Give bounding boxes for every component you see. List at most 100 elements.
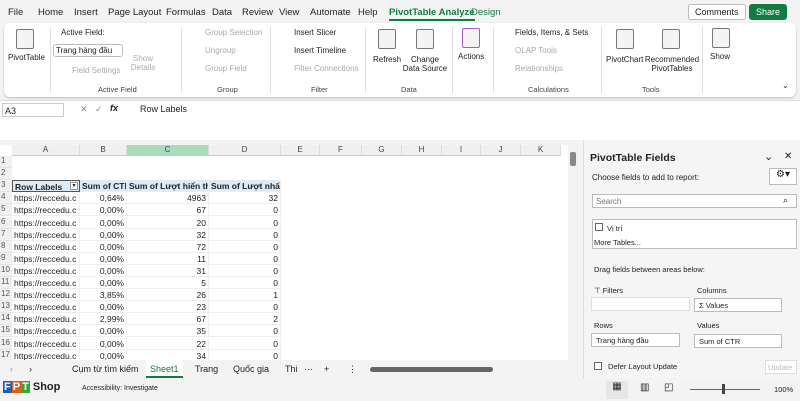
columns-field[interactable]: Σ Values <box>694 298 782 312</box>
row-header[interactable]: 15 <box>0 325 12 338</box>
filter-connections-button[interactable]: Filter Connections <box>294 64 358 73</box>
filters-area[interactable] <box>591 297 690 311</box>
options-icon[interactable]: ⋮ <box>348 364 357 375</box>
table-cell[interactable]: https://reccedu.c <box>12 349 80 360</box>
pivottable-button[interactable]: PivotTable <box>8 53 45 62</box>
change-data-source-button[interactable]: Change Data Source <box>402 55 448 73</box>
horizontal-scrollbar[interactable] <box>370 367 493 372</box>
refresh-button[interactable]: Refresh <box>373 55 401 64</box>
table-cell[interactable]: 0 <box>209 277 281 289</box>
table-cell[interactable]: 0 <box>209 349 281 360</box>
table-cell[interactable]: 67 <box>127 313 209 326</box>
more-tables-link[interactable]: More Tables... <box>594 238 641 247</box>
sheet-tab-active[interactable]: Sheet1 <box>146 360 183 378</box>
collapse-ribbon-icon[interactable]: ⌄ <box>782 81 789 90</box>
table-cell[interactable]: 0,00% <box>80 349 127 360</box>
page-layout-view-icon[interactable]: ▥ <box>640 382 649 393</box>
table-cell[interactable]: 22 <box>127 337 209 350</box>
table-cell[interactable]: 32 <box>209 192 281 205</box>
row-header[interactable]: 4 <box>0 192 12 205</box>
row-header[interactable]: 12 <box>0 289 12 302</box>
table-cell[interactable]: https://reccedu.c <box>12 240 80 253</box>
relationships-button[interactable]: Relationships <box>515 64 563 73</box>
tab-home[interactable]: Home <box>38 7 63 18</box>
table-cell[interactable]: 0,00% <box>80 204 127 217</box>
tab-page-layout[interactable]: Page Layout <box>108 7 161 18</box>
table-cell[interactable]: https://reccedu.c <box>12 301 80 314</box>
tab-help[interactable]: Help <box>358 7 378 18</box>
table-cell[interactable]: 0,00% <box>80 277 127 289</box>
row-header[interactable]: 16 <box>0 337 12 350</box>
show-button[interactable]: Show <box>710 52 730 61</box>
normal-view-icon[interactable]: ▦ <box>606 381 628 399</box>
zoom-slider-thumb[interactable] <box>722 384 725 394</box>
table-cell[interactable]: 20 <box>127 216 209 229</box>
insert-timeline-button[interactable]: Insert Timeline <box>294 46 346 55</box>
table-cell[interactable]: 31 <box>127 264 209 277</box>
table-cell[interactable]: 0 <box>209 337 281 350</box>
table-cell[interactable]: https://reccedu.c <box>12 216 80 229</box>
zoom-level[interactable]: 100% <box>774 385 793 394</box>
sheet-tab[interactable]: Trang <box>195 364 218 374</box>
row-header[interactable]: 6 <box>0 216 12 229</box>
add-sheet-icon[interactable]: + <box>324 364 329 374</box>
next-sheet-icon[interactable]: › <box>29 364 32 374</box>
table-cell[interactable]: 0 <box>209 240 281 253</box>
table-cell[interactable]: 0,00% <box>80 301 127 314</box>
comments-button[interactable]: Comments <box>688 4 746 20</box>
spreadsheet-grid[interactable]: A B C D E F G H I J K 1 2 3 4 5 6 7 8 9 10 11 12 13 14 15 16 17 Row … <box>0 145 568 360</box>
table-cell[interactable]: 34 <box>127 349 209 360</box>
table-cell[interactable]: 0,00% <box>80 337 127 350</box>
page-break-view-icon[interactable]: ◰ <box>664 382 673 393</box>
column-header[interactable]: I <box>442 145 481 156</box>
column-header[interactable]: F <box>320 145 362 156</box>
zoom-slider[interactable] <box>690 389 760 390</box>
table-cell[interactable]: 0,64% <box>80 192 127 205</box>
table-cell[interactable]: 0 <box>209 216 281 229</box>
table-cell[interactable]: 0,00% <box>80 216 127 229</box>
close-icon[interactable]: ✕ <box>784 151 792 162</box>
sheet-tab[interactable]: Quốc gia <box>233 364 269 374</box>
table-cell[interactable]: 0,00% <box>80 240 127 253</box>
more-sheets-icon[interactable]: ⋯ <box>304 364 313 375</box>
table-cell[interactable]: 32 <box>127 228 209 241</box>
table-cell[interactable]: 4963 <box>127 192 209 205</box>
table-cell[interactable]: 72 <box>127 240 209 253</box>
pivot-header-cell[interactable]: Sum of Lượt nhấp <box>209 180 281 193</box>
table-cell[interactable]: https://reccedu.c <box>12 277 80 289</box>
row-header[interactable]: 3 <box>0 180 12 193</box>
row-header[interactable]: 11 <box>0 277 12 289</box>
tab-automate[interactable]: Automate <box>310 7 351 18</box>
table-cell[interactable]: 1 <box>209 289 281 302</box>
tab-insert[interactable]: Insert <box>74 7 98 18</box>
prev-sheet-icon[interactable]: ‹ <box>10 364 13 374</box>
row-header[interactable]: 1 <box>0 156 12 168</box>
column-header[interactable]: H <box>402 145 442 156</box>
tab-design[interactable]: Design <box>471 7 501 18</box>
table-cell[interactable]: https://reccedu.c <box>12 192 80 205</box>
table-cell[interactable]: 0,00% <box>80 264 127 277</box>
function-icon[interactable]: fx <box>110 103 118 113</box>
values-field[interactable]: Sum of CTR <box>694 334 782 348</box>
olap-tools-button[interactable]: OLAP Tools <box>515 46 557 55</box>
insert-slicer-button[interactable]: Insert Slicer <box>294 28 336 37</box>
recommended-pivottables-button[interactable]: Recommended PivotTables <box>644 55 700 73</box>
table-cell[interactable]: https://reccedu.c <box>12 264 80 277</box>
table-cell[interactable]: 0 <box>209 204 281 217</box>
table-cell[interactable]: 2 <box>209 313 281 326</box>
table-cell[interactable]: 0 <box>209 325 281 338</box>
table-cell[interactable]: 0 <box>209 228 281 241</box>
table-cell[interactable]: 0,00% <box>80 325 127 338</box>
table-cell[interactable]: 5 <box>127 277 209 289</box>
formula-input[interactable]: Row Labels <box>140 104 187 114</box>
table-cell[interactable]: 26 <box>127 289 209 302</box>
gear-icon[interactable]: ⚙▾ <box>769 168 797 185</box>
table-cell[interactable]: 0 <box>209 252 281 265</box>
column-header[interactable]: A <box>12 145 80 156</box>
row-header[interactable]: 9 <box>0 252 12 265</box>
table-cell[interactable]: https://reccedu.c <box>12 228 80 241</box>
column-header[interactable]: C <box>127 145 209 156</box>
table-cell[interactable]: https://reccedu.c <box>12 204 80 217</box>
tab-data[interactable]: Data <box>212 7 232 18</box>
filter-dropdown-icon[interactable]: ▾ <box>70 182 78 191</box>
